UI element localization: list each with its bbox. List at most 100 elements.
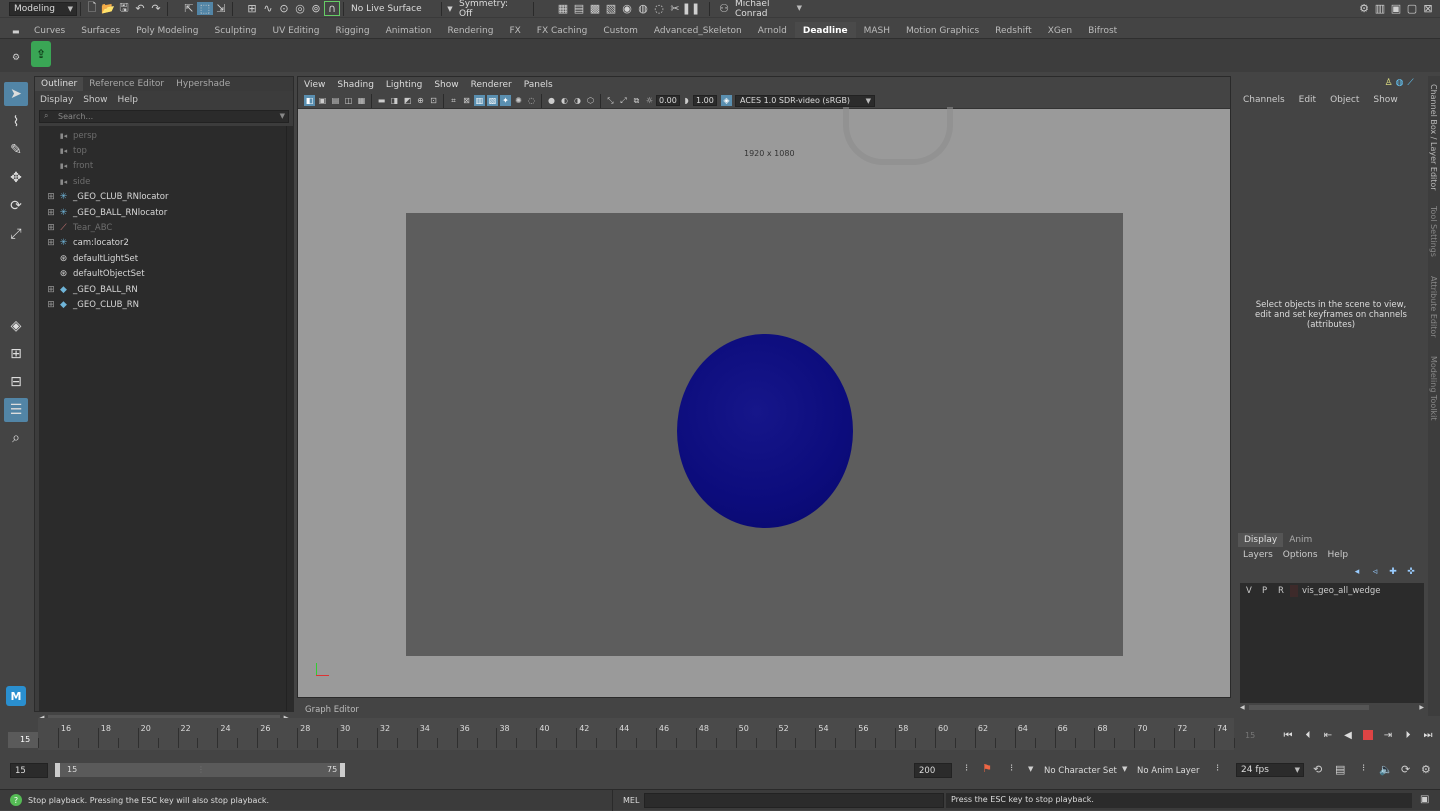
preferences-icon[interactable]: ⚙ [1421, 763, 1431, 776]
shelf-tab-arnold[interactable]: Arnold [750, 22, 795, 39]
render-frame-icon[interactable]: ▤ [571, 2, 587, 15]
shelf-tab-fx-caching[interactable]: FX Caching [529, 22, 596, 39]
outliner-item[interactable]: ▮◂ persp [39, 128, 286, 143]
playblast-icon[interactable]: ✂ [667, 2, 683, 15]
scrollbar-thumb[interactable] [1248, 704, 1369, 710]
snap-view-icon[interactable]: ◎ [292, 2, 308, 15]
attribute-filter-icon[interactable]: ♙ [1383, 78, 1394, 88]
menu-view[interactable]: View [298, 80, 331, 90]
resolution-gate-icon[interactable]: ◨ [389, 95, 400, 106]
outliner-item[interactable]: ⊞ ⟋ Tear_ABC [39, 220, 286, 235]
camera-attributes-icon[interactable]: ▣ [317, 95, 328, 106]
expand-icon[interactable]: ⊞ [45, 208, 57, 218]
menu-lighting[interactable]: Lighting [380, 80, 428, 90]
range-grip-icon[interactable]: ⋮ [197, 765, 205, 774]
shelf-menu-icon[interactable]: ▬ [12, 27, 20, 36]
magnet-icon[interactable]: ∩ [324, 1, 340, 16]
layer-visibility-toggle[interactable]: V [1246, 586, 1262, 596]
xray-joints-icon[interactable]: ◐ [559, 95, 570, 106]
gamma-icon[interactable]: ◗ [681, 95, 692, 106]
tab-display[interactable]: Display [1238, 533, 1284, 547]
menu-show[interactable]: Show [428, 80, 464, 90]
chevron-down-icon[interactable]: ▼ [1028, 765, 1033, 773]
channel-sync-icon[interactable]: ◍ [1394, 78, 1405, 88]
menu-panels[interactable]: Panels [518, 80, 559, 90]
anim-layer-dropdown[interactable]: No Anim Layer [1137, 766, 1200, 776]
script-language-toggle[interactable]: MEL [623, 796, 639, 805]
outliner-search-field[interactable]: ⌕ Search... ▼ [39, 110, 289, 123]
render-view-icon[interactable]: ▦ [555, 2, 571, 15]
shelf-tab-rigging[interactable]: Rigging [327, 22, 377, 39]
outliner-item[interactable]: ▮◂ front [39, 159, 286, 174]
expand-icon[interactable]: ⊞ [45, 192, 57, 202]
graph-editor-label[interactable]: Graph Editor [305, 705, 359, 715]
pause-icon[interactable]: ❚❚ [682, 2, 700, 15]
shelf-tab-rendering[interactable]: Rendering [439, 22, 501, 39]
snap-grid-icon[interactable]: ⊞ [244, 2, 260, 15]
open-scene-icon[interactable]: 📂 [100, 2, 116, 15]
range-slider[interactable]: 15 ⋮ 75 [55, 763, 345, 777]
shelf-options-icon[interactable]: ⚙ [12, 53, 20, 63]
backface-culling-icon[interactable]: ◑ [572, 95, 583, 106]
script-editor-icon[interactable]: ▣ [1420, 794, 1429, 805]
tab-hypershade[interactable]: Hypershade [170, 77, 236, 91]
menu-help[interactable]: Help [1323, 550, 1354, 560]
shelf-tab-deadline[interactable]: Deadline [794, 22, 856, 39]
image-plane-icon[interactable]: ◫ [343, 95, 354, 106]
textured-icon[interactable]: ▧ [487, 95, 498, 106]
save-scene-icon[interactable]: 🖫 [116, 0, 132, 18]
menu-shading[interactable]: Shading [331, 80, 380, 90]
time-slider[interactable]: 15 16 18 20 22 24 26 28 30 32 34 36 38 40 42 44 46 48 50 5… [8, 718, 1235, 750]
menu-set-dropdown[interactable]: Modeling ▼ [9, 1, 77, 16]
expand-icon[interactable]: ⊞ [45, 238, 57, 248]
move-layer-up-icon[interactable]: ◂ [1348, 567, 1366, 577]
outliner-item[interactable]: ▮◂ top [39, 143, 286, 158]
outliner-item[interactable]: ⊛ defaultObjectSet [39, 267, 286, 282]
new-scene-icon[interactable]: 🗋 [84, 0, 100, 18]
menu-display[interactable]: Display [35, 95, 78, 105]
side-tab-attribute-editor[interactable]: Attribute Editor [1429, 276, 1438, 338]
select-component-icon[interactable]: ⇲ [213, 2, 229, 15]
current-frame-marker[interactable]: 15 [8, 732, 38, 748]
shelf-tab-redshift[interactable]: Redshift [987, 22, 1040, 39]
scroll-left-icon[interactable]: ◀ [1240, 704, 1245, 711]
shelf-tab-xgen[interactable]: XGen [1040, 22, 1080, 39]
layer-horizontal-scrollbar[interactable]: ◀ ▶ [1240, 703, 1424, 711]
snap-point-icon[interactable]: ⊙ [276, 2, 292, 15]
outliner-item[interactable]: ⊛ defaultLightSet [39, 251, 286, 266]
hypershade-icon[interactable]: ◉ [619, 2, 635, 15]
shelf-tab-poly-modeling[interactable]: Poly Modeling [128, 22, 206, 39]
single-view-layout-icon[interactable]: ◈ [4, 314, 28, 338]
shelf-tab-surfaces[interactable]: Surfaces [73, 22, 128, 39]
shelf-tab-bifrost[interactable]: Bifrost [1080, 22, 1125, 39]
shelf-tab-mash[interactable]: MASH [856, 22, 898, 39]
mel-command-input[interactable] [644, 793, 944, 808]
select-hierarchy-icon[interactable]: ⇱ [181, 2, 197, 15]
chevron-down-icon[interactable]: ▼ [280, 112, 285, 120]
color-management-icon[interactable]: ◈ [721, 95, 732, 106]
outliner-item[interactable]: ⊞ ◆ _GEO_BALL_RN [39, 282, 286, 297]
side-tab-modeling-toolkit[interactable]: Modeling Toolkit [1429, 356, 1438, 420]
step-back-frame-icon[interactable]: ⏴ [1298, 725, 1318, 745]
tab-anim[interactable]: Anim [1283, 533, 1318, 547]
ambient-occlusion-icon[interactable]: ◌ [526, 95, 537, 106]
field-chart-icon[interactable]: ⊕ [415, 95, 426, 106]
shelf-tab-motion-graphics[interactable]: Motion Graphics [898, 22, 987, 39]
layer-reference-toggle[interactable]: R [1278, 586, 1290, 596]
step-back-key-icon[interactable]: ⇤ [1318, 725, 1338, 745]
shelf-tab-fx[interactable]: FX [501, 22, 528, 39]
redo-icon[interactable]: ↷ [148, 2, 164, 15]
sound-icon[interactable]: 🔈 [1379, 763, 1393, 776]
menu-renderer[interactable]: Renderer [465, 80, 518, 90]
smooth-shade-icon[interactable]: ⊠ [461, 95, 472, 106]
arnold-render-icon[interactable]: ◍ [635, 2, 651, 15]
shadows-icon[interactable]: ✺ [513, 95, 524, 106]
side-tab-tool-settings[interactable]: Tool Settings [1429, 206, 1438, 257]
panel-layout-icon[interactable]: ▣ [1388, 2, 1404, 15]
go-to-end-icon[interactable]: ⏭ [1418, 725, 1438, 745]
shelf-tab-curves[interactable]: Curves [26, 22, 73, 39]
symmetry-field[interactable]: Symmetry: Off [455, 0, 525, 19]
outliner-layout-icon[interactable]: ☰ [4, 398, 28, 422]
workspace-icon[interactable]: ⚙ [1356, 2, 1372, 15]
sidebar-toggle-icon[interactable]: ▢ [1404, 2, 1420, 15]
